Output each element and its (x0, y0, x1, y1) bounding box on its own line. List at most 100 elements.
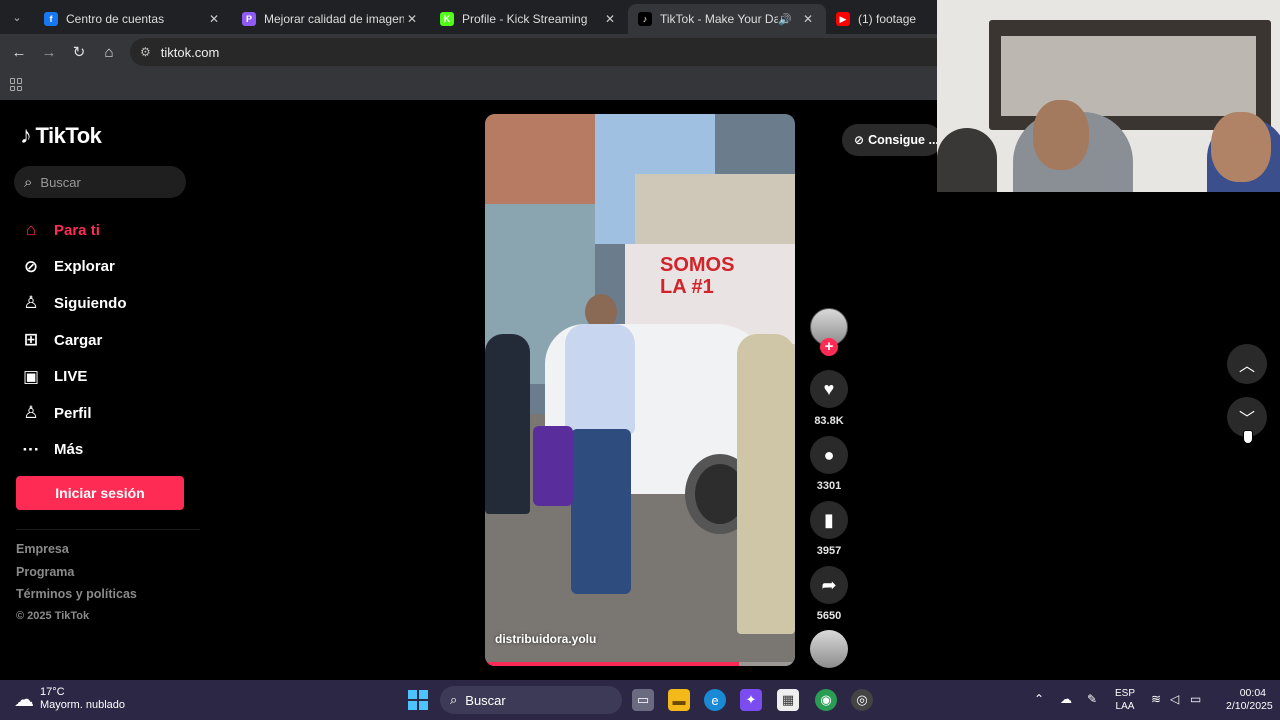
sidebar-item-más[interactable]: ··· Más (20, 432, 200, 469)
store-icon[interactable]: ▦ (777, 689, 799, 711)
copilot-icon[interactable]: ✦ (740, 689, 762, 711)
sidebar-item-perfil[interactable]: ♙ Perfil (20, 395, 200, 432)
tab-title: Centro de cuentas (66, 12, 165, 26)
tray-overflow-chevron-icon[interactable]: ⌃ (1034, 692, 1044, 706)
video-player[interactable]: SOMOS LA #1 distribuidora.yolu (485, 114, 795, 666)
video-person-jeans (571, 429, 631, 594)
logo-text: TikTok (35, 123, 102, 148)
sidebar-item-label: Para ti (54, 221, 100, 239)
windows-start-icon[interactable] (408, 690, 428, 710)
task-view-icon[interactable]: ▭ (632, 689, 654, 711)
tab-close-icon[interactable]: ✕ (800, 12, 816, 26)
language-indicator[interactable]: ESP LAA (1115, 687, 1135, 713)
like-count: 83.8K (814, 415, 844, 427)
tab-close-icon[interactable]: ✕ (404, 12, 420, 26)
pen-icon[interactable]: ✎ (1087, 692, 1097, 706)
weather-widget[interactable]: ☁ 17°C Mayorm. nublado (14, 686, 125, 712)
home-icon: ⌂ (25, 220, 37, 240)
previous-video-button[interactable]: ︿ (1227, 344, 1267, 384)
sidebar-item-siguiendo[interactable]: ♙ Siguiendo (20, 285, 200, 322)
sidebar-item-label: Cargar (54, 331, 103, 349)
browser-tab-4[interactable]: ▶ (1) footage video - (826, 4, 926, 34)
comment-count: 3301 (816, 480, 842, 492)
sidebar-item-para-ti[interactable]: ⌂ Para ti (20, 212, 200, 249)
comment-button[interactable]: ● (810, 436, 848, 474)
forward-arrow-icon[interactable]: → (34, 44, 64, 61)
search-icon: ⌕ (450, 692, 458, 707)
url-text: tiktok.com (160, 44, 220, 60)
video-progress-fill (485, 662, 740, 666)
apps-grid-icon[interactable] (10, 78, 23, 91)
file-explorer-icon[interactable]: ▬ (668, 689, 690, 711)
billboard-line-2: LA #1 (660, 276, 714, 298)
browser-tab-2[interactable]: K Profile - Kick Streaming ✕ (430, 4, 628, 34)
share-button[interactable]: ➦ (810, 566, 848, 604)
follow-plus-icon[interactable]: + (820, 338, 838, 356)
tab-favicon-icon: P (242, 12, 256, 26)
footer-link[interactable]: Programa (16, 565, 137, 588)
sidebar-item-label: Perfil (54, 404, 92, 422)
keyboard-layout: LAA (1115, 701, 1135, 712)
sidebar-menu: ⌂ Para ti ⊘ Explorar ♙ Siguiendo ⊞ Cargar ▣ LIVE ♙… (20, 212, 200, 468)
video-progress-bar[interactable] (485, 662, 795, 666)
save-button[interactable]: ▮ (810, 501, 848, 539)
live-icon: ▣ (22, 366, 40, 386)
obs-icon[interactable]: ◎ (851, 689, 873, 711)
tab-title: (1) footage video - (858, 12, 916, 26)
tab-audio-icon[interactable]: 🔊 (778, 13, 792, 26)
clock-date: 2/10/2025 (1226, 700, 1273, 712)
tab-favicon-icon: K (440, 12, 454, 26)
sidebar-item-live[interactable]: ▣ LIVE (20, 358, 200, 395)
battery-icon[interactable]: ▭ (1190, 692, 1201, 706)
share-count: 5650 (816, 610, 842, 622)
site-info-icon[interactable]: ⚙ (140, 45, 151, 59)
tab-title: TikTok - Make Your Day (660, 12, 779, 26)
browser-tab-3[interactable]: ♪ TikTok - Make Your Day 🔊 ✕ (628, 4, 826, 34)
get-app-label: Consigue ... (868, 133, 939, 147)
browser-tab-0[interactable]: f Centro de cuentas ✕ (34, 4, 232, 34)
onedrive-icon[interactable]: ☁ (1060, 692, 1072, 706)
taskbar-search[interactable]: ⌕ Buscar (440, 686, 622, 714)
wifi-icon[interactable]: ≋ (1151, 692, 1161, 706)
login-button[interactable]: Iniciar sesión (16, 476, 184, 510)
sidebar-item-label: Explorar (54, 258, 115, 276)
webcam-person-left (937, 128, 997, 192)
footer-link[interactable]: Empresa (16, 542, 137, 565)
windows-taskbar: ☁ 17°C Mayorm. nublado ⌕ Buscar ▭ ▬ e ✦ … (0, 680, 1280, 720)
video-person-center (565, 294, 635, 594)
get-app-button[interactable]: ⊘ Consigue ... (842, 124, 942, 156)
comment-icon: ● (823, 444, 835, 465)
edge-browser-icon[interactable]: e (704, 689, 726, 711)
tab-close-icon[interactable]: ✕ (602, 12, 618, 26)
more-icon: ··· (22, 439, 40, 459)
browser-tab-1[interactable]: P Mejorar calidad de imagen onli✕ (232, 4, 430, 34)
compass-icon: ⊘ (23, 256, 39, 276)
chevron-up-icon: ︿ (1238, 358, 1255, 375)
tab-favicon-icon: ♪ (638, 12, 652, 26)
sidebar-item-label: Más (54, 441, 84, 459)
tiktok-logo[interactable]: ♪ TikTok (20, 122, 102, 150)
system-clock[interactable]: 00:04 2/10/2025 (1226, 687, 1273, 713)
clock-time: 00:04 (1239, 687, 1266, 699)
chrome-icon[interactable]: ◉ (815, 689, 837, 711)
tab-close-icon[interactable]: ✕ (206, 12, 222, 26)
webcam-mirror-reflection (1001, 36, 1256, 116)
like-button[interactable]: ♥ (810, 370, 848, 408)
sidebar-item-explorar[interactable]: ⊘ Explorar (20, 249, 200, 286)
tab-title: Mejorar calidad de imagen onli (264, 12, 404, 26)
back-arrow-icon[interactable]: ← (4, 44, 34, 61)
home-icon[interactable]: ⌂ (94, 44, 124, 61)
footer-link[interactable]: Términos y políticas (16, 587, 137, 610)
tab-search-chevron-icon[interactable]: ⌄ (0, 0, 34, 34)
sidebar-divider (16, 529, 200, 530)
search-input[interactable]: ⌕ Buscar (14, 166, 186, 198)
volume-icon[interactable]: ◁ (1170, 692, 1179, 706)
music-disc-avatar[interactable] (810, 630, 848, 668)
sidebar-item-label: Siguiendo (54, 294, 127, 312)
profile-icon: ♙ (23, 403, 39, 423)
sidebar-item-cargar[interactable]: ⊞ Cargar (20, 322, 200, 359)
reload-icon[interactable]: ↻ (64, 43, 94, 61)
share-arrow-icon: ➦ (821, 574, 837, 595)
app-icon: ⊘ (854, 133, 865, 147)
video-username[interactable]: distribuidora.yolu (495, 632, 596, 646)
